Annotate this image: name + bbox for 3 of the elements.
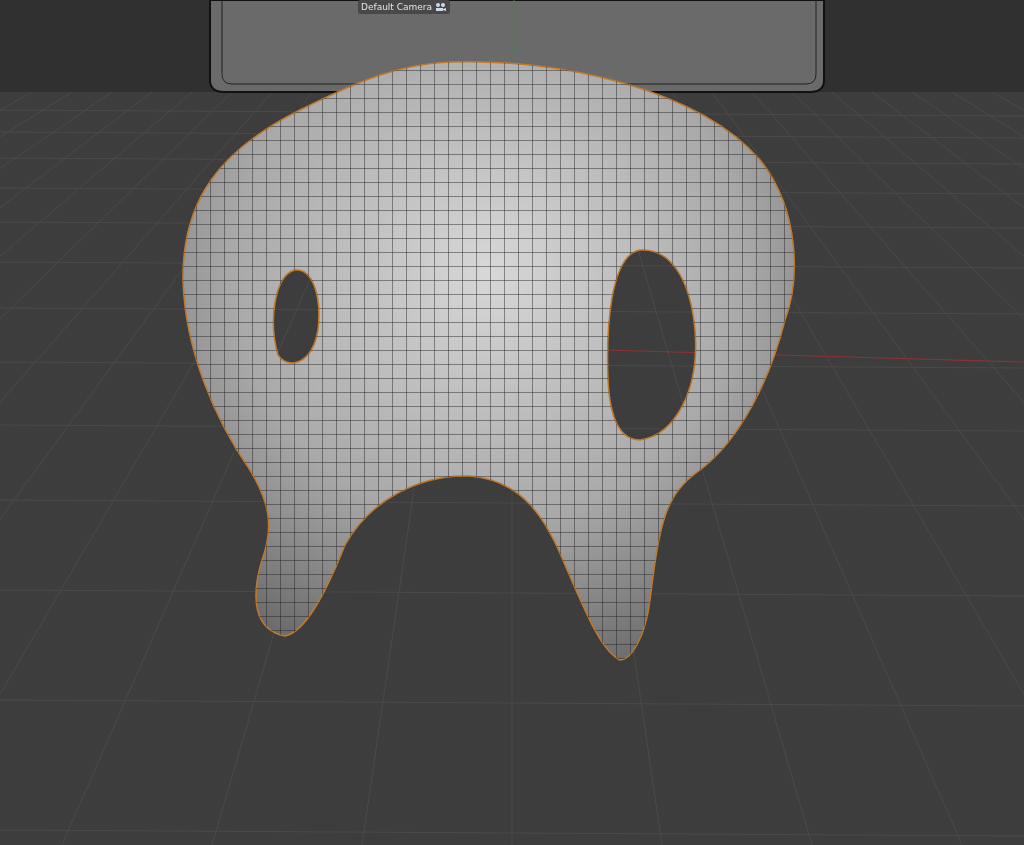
camera-icon (435, 2, 448, 12)
viewport[interactable]: Default Camera (0, 0, 1024, 845)
object-name: Default Camera (361, 2, 433, 12)
